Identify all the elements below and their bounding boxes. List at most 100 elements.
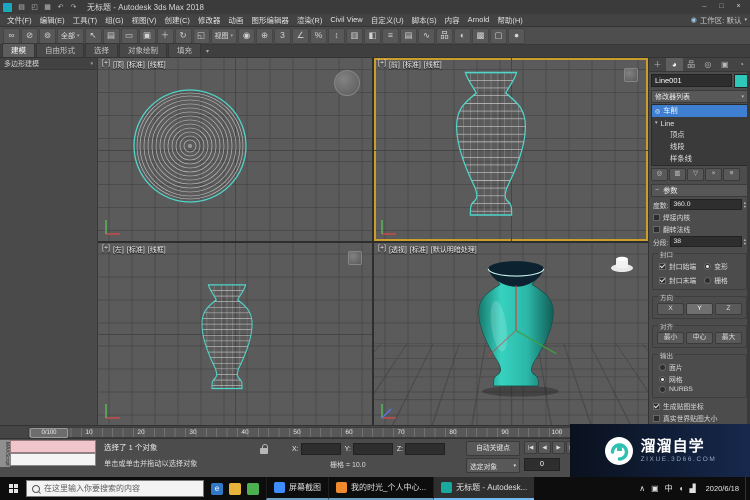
viewport-top[interactable]: [+][顶][标准][线框] — [98, 58, 372, 241]
select-and-scale-icon[interactable]: ◱ — [193, 28, 210, 44]
viewport-label[interactable]: [标准] — [127, 60, 145, 70]
viewport-perspective[interactable]: [+][透视][标准][默认明暗处理] — [374, 243, 648, 425]
vase-object-top-view[interactable] — [130, 86, 250, 206]
modifier-stack-item[interactable]: ◎车削 — [652, 105, 747, 117]
menu-item[interactable]: 脚本(S) — [408, 15, 441, 26]
snap-toggle-3d-icon[interactable]: 3 — [274, 28, 291, 44]
time-slider[interactable]: 0/100 — [30, 428, 68, 438]
modifier-stack-item[interactable]: 顶点 — [652, 129, 747, 141]
volume-icon[interactable]: ◖ — [679, 484, 684, 493]
menu-item[interactable]: 自定义(U) — [367, 15, 408, 26]
object-name-field[interactable]: Line001 — [651, 74, 732, 87]
key-filter-dropdown[interactable]: 选定对象 ▾ — [466, 458, 520, 473]
viewport-splitter[interactable] — [98, 241, 648, 243]
menu-item[interactable]: Civil View — [326, 15, 366, 26]
select-object-icon[interactable]: ↖ — [85, 28, 102, 44]
vase-object-left-view[interactable] — [184, 283, 270, 395]
play-button[interactable]: ▶ — [552, 441, 565, 454]
ime-indicator[interactable]: 中 — [665, 483, 673, 494]
remove-modifier-icon[interactable]: × — [705, 168, 722, 181]
option-封口始端[interactable]: 封口始端 — [659, 261, 696, 271]
render-production-icon[interactable]: ● — [508, 28, 525, 44]
modify-tab[interactable]: ◕ — [666, 58, 683, 71]
viewport-label[interactable]: [标准] — [410, 245, 428, 255]
output-NURBS[interactable]: NURBS — [659, 386, 740, 393]
hidden-icons-chevron[interactable]: ∧ — [639, 484, 645, 493]
task-my-time[interactable]: 我的时光_个人中心... — [328, 477, 433, 500]
checkbox-翻转法线[interactable]: 翻转法线 — [653, 224, 746, 234]
rectangular-selection-region-icon[interactable]: ▭ — [121, 28, 138, 44]
spinner-snap-icon[interactable]: ↕ — [328, 28, 345, 44]
undo-icon[interactable]: ↶ — [55, 2, 66, 13]
motion-tab[interactable]: ◎ — [699, 58, 716, 71]
viewport-label[interactable]: [线框] — [424, 60, 442, 70]
make-unique-icon[interactable]: ▽ — [687, 168, 704, 181]
align-button[interactable]: 中心 — [686, 332, 713, 344]
auto-key-button[interactable]: 自动关键点 — [466, 441, 520, 456]
network-icon[interactable]: ▟ — [689, 484, 695, 493]
configure-modifier-sets-icon[interactable]: ≡ — [723, 168, 740, 181]
menu-item[interactable]: 组(G) — [101, 15, 127, 26]
render-setup-icon[interactable]: ▩ — [472, 28, 489, 44]
reference-coordinate-dropdown[interactable]: 视图▾ — [211, 28, 238, 44]
task-3dsmax[interactable]: 无标题 - Autodesk... — [433, 477, 534, 500]
align-button[interactable]: 最大 — [715, 332, 742, 344]
modifier-list-dropdown[interactable]: 修改器列表 ▾ — [651, 90, 748, 103]
option-变形[interactable]: 变形 — [704, 261, 740, 271]
select-and-link-icon[interactable]: ∞ — [3, 28, 20, 44]
viewcube[interactable] — [624, 68, 638, 82]
previous-frame-button[interactable]: ◀ — [538, 441, 551, 454]
ribbon-tab[interactable]: 对象绘制 — [119, 43, 167, 57]
taskbar-browser-icon[interactable]: e — [211, 483, 223, 495]
viewport-label[interactable]: [前] — [389, 60, 400, 70]
viewport-label[interactable]: [+] — [378, 245, 386, 255]
ribbon-tab[interactable]: 建模 — [2, 43, 35, 57]
viewport-label[interactable]: [+] — [378, 60, 386, 70]
expand-icon[interactable]: ▾ — [655, 120, 658, 126]
utilities-tab[interactable]: ◔ — [733, 58, 750, 71]
viewport-label[interactable]: [左] — [113, 245, 124, 255]
show-end-result-icon[interactable]: ▥ — [669, 168, 686, 181]
ribbon-tab[interactable]: 自由形式 — [36, 43, 84, 57]
mirror-icon[interactable]: ◧ — [364, 28, 381, 44]
bind-to-space-warp-icon[interactable]: ⊚ — [39, 28, 56, 44]
viewport-label[interactable]: [线框] — [148, 60, 166, 70]
menu-item[interactable]: 图形编辑器 — [247, 15, 293, 26]
modifier-stack-item[interactable]: ▾Line — [652, 117, 747, 129]
viewport-label[interactable]: [顶] — [113, 60, 124, 70]
menu-item[interactable]: 帮助(H) — [493, 15, 526, 26]
checkbox-真实世界贴图大小[interactable]: 真实世界贴图大小 — [653, 413, 746, 423]
macro-recorder-line[interactable] — [10, 440, 96, 453]
edit-named-selection-icon[interactable]: ▥ — [346, 28, 363, 44]
menu-item[interactable]: 内容 — [441, 15, 464, 26]
coordinate-y-field[interactable] — [353, 443, 393, 455]
coordinate-z-field[interactable] — [405, 443, 445, 455]
object-color-swatch[interactable] — [734, 74, 748, 88]
select-and-manipulate-icon[interactable]: ⊕ — [256, 28, 273, 44]
align-icon[interactable]: ≡ — [382, 28, 399, 44]
curve-editor-icon[interactable]: ∿ — [418, 28, 435, 44]
direction-x-button[interactable]: X — [657, 303, 684, 315]
viewport-label[interactable]: [透视] — [389, 245, 407, 255]
pin-stack-icon[interactable]: ◎ — [651, 168, 668, 181]
checkbox-焊接内核[interactable]: 焊接内核 — [653, 212, 746, 222]
taskbar-folder-icon[interactable] — [229, 483, 241, 495]
selection-filter-dropdown[interactable]: 全部▾ — [57, 28, 84, 44]
create-tab[interactable]: ＋ — [649, 58, 666, 71]
segments-field[interactable]: 38 — [670, 236, 741, 247]
spinner-icon[interactable]: ▴▾ — [744, 201, 746, 208]
rollout-parameters-header[interactable]: − 参数 — [651, 184, 748, 197]
menu-item[interactable]: 编辑(E) — [36, 15, 69, 26]
redo-icon[interactable]: ↷ — [68, 2, 79, 13]
selection-lock-icon[interactable] — [260, 448, 268, 454]
minimize-button[interactable]: – — [696, 1, 713, 13]
material-editor-icon[interactable]: ◐ — [454, 28, 471, 44]
output-面片[interactable]: 面片 — [659, 362, 740, 372]
menu-item[interactable]: 动画 — [224, 15, 247, 26]
visibility-icon[interactable]: ◎ — [655, 108, 660, 115]
show-desktop-button[interactable] — [745, 477, 750, 500]
menu-item[interactable]: 渲染(R) — [293, 15, 326, 26]
open-file-icon[interactable]: ◰ — [29, 2, 40, 13]
align-button[interactable]: 最小 — [657, 332, 684, 344]
close-button[interactable]: × — [730, 1, 747, 13]
